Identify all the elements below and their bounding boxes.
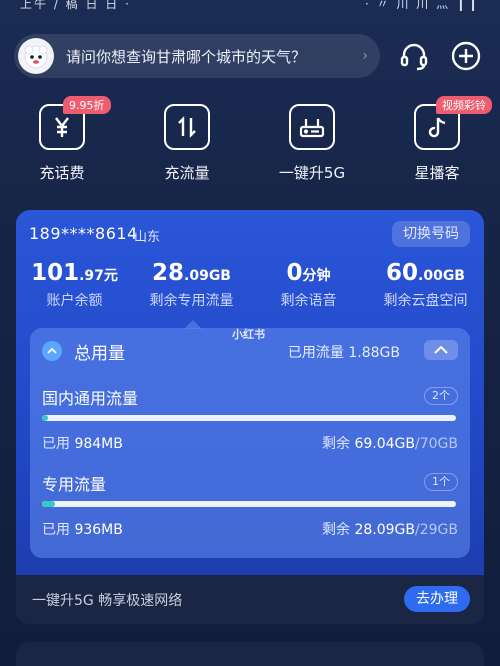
used-prefix: 已用 xyxy=(42,522,70,538)
stat-value-fraction: .09GB xyxy=(184,268,231,284)
assistant-avatar xyxy=(18,38,54,74)
action-recharge-credit[interactable]: 9.95折 充话费 xyxy=(7,96,117,188)
used-value: 936MB xyxy=(74,522,123,538)
package-count: 2个 xyxy=(424,387,458,405)
data-arrows-icon xyxy=(164,104,210,150)
account-card: 189****8614 山东 切换号码 101.97元 账户余额 28.09GB… xyxy=(16,210,484,624)
remain-value: 69.04GB xyxy=(354,436,416,452)
status-right: · 〃 川 川 灬 ❙❙ xyxy=(365,0,480,11)
stat-value-fraction: .00GB xyxy=(418,268,465,284)
action-star-podcast[interactable]: 视频彩铃 星播客 xyxy=(382,96,492,188)
stat-cloud-storage[interactable]: 60.00GB 剩余云盘空间 xyxy=(367,260,484,310)
progress-bar xyxy=(42,501,456,507)
usage-chart-icon xyxy=(42,341,62,361)
stat-value-fraction: 分钟 xyxy=(302,268,331,284)
top-row: 请问你想查询甘肃哪个城市的天气？ › xyxy=(14,34,486,78)
account-summary: 189****8614 山东 切换号码 101.97元 账户余额 28.09GB… xyxy=(16,210,484,320)
stat-value: 28 xyxy=(152,260,185,286)
action-label: 充话费 xyxy=(39,164,85,182)
assistant-search-bar[interactable]: 请问你想查询甘肃哪个城市的天气？ › xyxy=(14,34,380,78)
go-handle-button[interactable]: 去办理 xyxy=(404,586,470,612)
discount-tag: 9.95折 xyxy=(63,96,111,114)
stat-value: 0 xyxy=(286,260,303,286)
used-total: 已用流量 1.88GB xyxy=(288,342,400,362)
package-general-data[interactable]: 国内通用流量 2个 已用 984MB 剩余 69.04GB/70GB xyxy=(30,385,470,471)
stat-caption: 剩余语音 xyxy=(280,293,337,309)
phone-number: 189****8614 xyxy=(29,224,138,243)
stat-caption: 剩余专用流量 xyxy=(149,293,234,309)
remaining-amount: 剩余 69.04GB/70GB xyxy=(322,433,458,453)
video-ringtone-tag: 视频彩铃 xyxy=(436,96,492,114)
status-left: 上午 / 稿 日 日 · xyxy=(20,0,131,11)
search-prompt: 请问你想查询甘肃哪个城市的天气？ xyxy=(66,47,307,66)
quick-actions: 9.95折 充话费 充流量 一键升5G 视频彩铃 星播客 xyxy=(0,96,500,188)
headset-icon[interactable] xyxy=(396,38,432,74)
action-label: 一键升5G xyxy=(278,164,346,182)
used-amount: 已用 936MB xyxy=(42,519,123,539)
province-label: 山东 xyxy=(134,230,161,245)
upgrade-5g-banner: 一键升5G 畅享极速网络 去办理 xyxy=(16,575,484,624)
switch-number-button[interactable]: 切换号码 xyxy=(392,221,470,247)
total-value: /70GB xyxy=(415,436,458,452)
progress-fill xyxy=(42,501,56,507)
used-value: 984MB xyxy=(74,436,123,452)
used-label: 已用流量 xyxy=(287,345,344,361)
used-prefix: 已用 xyxy=(42,436,70,452)
stat-caption: 剩余云盘空间 xyxy=(383,293,468,309)
status-bar: 上午 / 稿 日 日 · · 〃 川 川 灬 ❙❙ xyxy=(0,0,500,12)
stat-dedicated-data[interactable]: 28.09GB 剩余专用流量 xyxy=(133,260,250,310)
watermark-text: 小红书 xyxy=(232,328,265,341)
plus-circle-icon[interactable] xyxy=(448,38,484,74)
total-value: /29GB xyxy=(415,522,458,538)
remaining-amount: 剩余 28.09GB/29GB xyxy=(322,519,458,539)
stat-voice[interactable]: 0分钟 剩余语音 xyxy=(250,260,367,310)
progress-fill xyxy=(42,415,48,421)
stat-value-fraction: .97元 xyxy=(79,268,118,284)
action-recharge-data[interactable]: 充流量 xyxy=(132,98,242,188)
router-5g-icon xyxy=(289,104,335,150)
used-amount: 已用 984MB xyxy=(42,433,123,453)
package-name: 国内通用流量 xyxy=(42,389,139,408)
stat-value: 60 xyxy=(386,260,419,286)
used-value: 1.88GB xyxy=(348,345,400,361)
progress-bar xyxy=(42,415,456,421)
usage-panel: 总用量 已用流量 1.88GB 国内通用流量 2个 已用 984MB 剩余 69… xyxy=(30,328,470,558)
stat-balance[interactable]: 101.97元 账户余额 xyxy=(16,260,133,310)
stat-caption: 账户余额 xyxy=(46,293,103,309)
chevron-right-icon: › xyxy=(362,48,368,64)
package-name: 专用流量 xyxy=(42,475,107,494)
action-label: 充流量 xyxy=(164,164,210,182)
package-dedicated-data[interactable]: 专用流量 1个 已用 936MB 剩余 28.09GB/29GB xyxy=(30,471,470,557)
package-count: 1个 xyxy=(424,473,458,491)
collapse-button[interactable] xyxy=(424,340,458,360)
remain-prefix: 剩余 xyxy=(322,522,351,538)
action-label: 星播客 xyxy=(414,164,460,182)
remain-prefix: 剩余 xyxy=(322,436,351,452)
next-card xyxy=(16,642,484,666)
usage-title: 总用量 xyxy=(74,344,125,364)
action-upgrade-5g[interactable]: 一键升5G xyxy=(257,98,367,188)
stat-value: 101 xyxy=(31,260,80,286)
remain-value: 28.09GB xyxy=(354,522,416,538)
promo-text: 一键升5G 畅享极速网络 xyxy=(32,593,183,609)
